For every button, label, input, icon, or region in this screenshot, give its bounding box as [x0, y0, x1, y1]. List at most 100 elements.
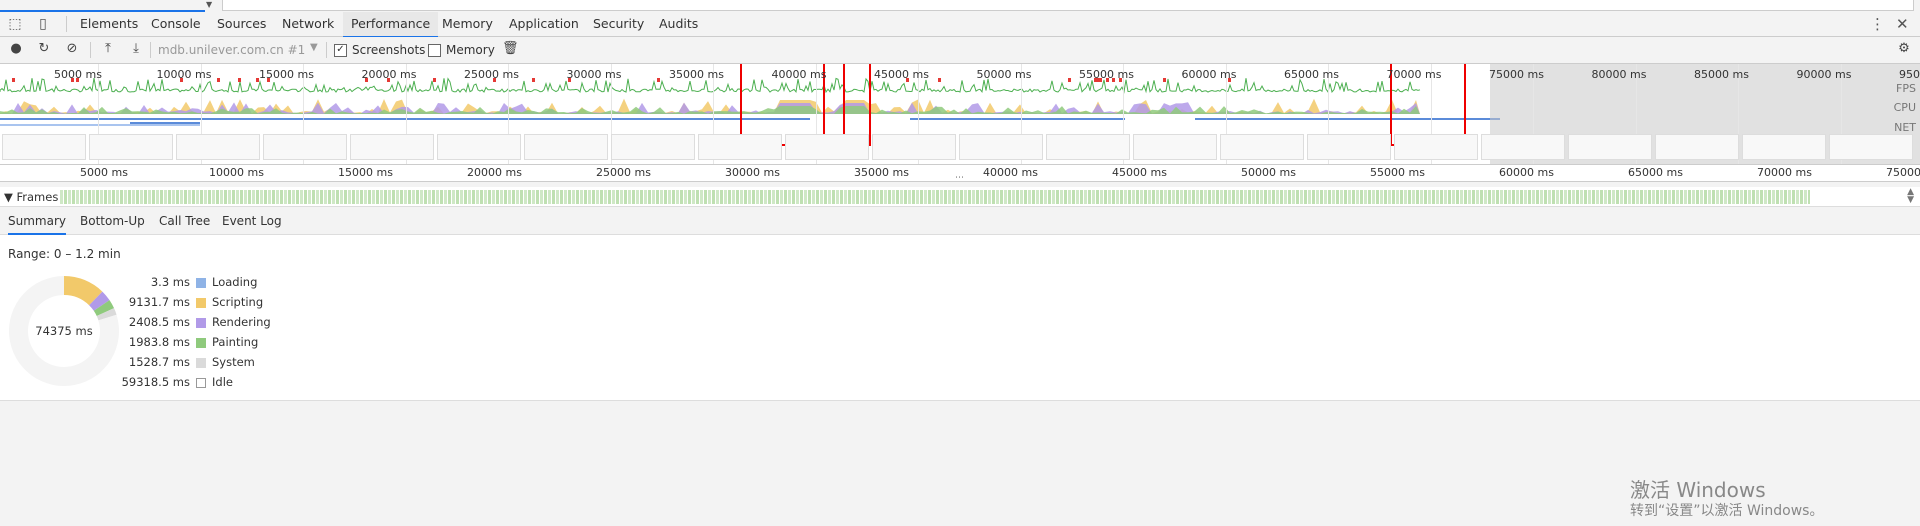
overview-tick-label: 60000 ms	[1181, 68, 1237, 81]
upload-icon[interactable]: ⤒	[100, 41, 116, 57]
legend-name: Idle	[212, 375, 233, 389]
overview-tick-label: 65000 ms	[1284, 68, 1339, 81]
timeline-ruler: ⋯ 5000 ms 10000 ms 15000 ms 20000 ms 25000 m…	[0, 165, 1920, 183]
screenshot-thumbnail[interactable]	[1655, 134, 1739, 160]
tab-performance[interactable]: Performance	[343, 12, 439, 38]
tab-audits[interactable]: Audits	[659, 12, 698, 36]
legend-name: Loading	[212, 275, 258, 289]
tab-summary[interactable]: Summary	[8, 214, 66, 235]
jank-marker	[12, 78, 15, 82]
ruler-tick-label: 50000 ms	[1241, 166, 1296, 179]
ruler-tick-label: 25000 ms	[596, 166, 651, 179]
reload-record-icon[interactable]: ↻	[36, 41, 52, 57]
tab-sources[interactable]: Sources	[217, 12, 266, 36]
overview-tick-label: 55000 ms	[1079, 68, 1134, 81]
overview-tick-label: 40000 ms	[771, 68, 827, 81]
legend-row: 3.3 ms Loading	[70, 275, 310, 291]
download-icon[interactable]: ⤓	[128, 41, 144, 57]
screenshot-thumbnail[interactable]	[524, 134, 608, 160]
screenshot-thumbnail[interactable]	[611, 134, 695, 160]
legend-value: 59318.5 ms	[121, 375, 190, 389]
screenshot-thumbnail[interactable]	[1829, 134, 1913, 160]
close-icon[interactable]: ✕	[1896, 15, 1909, 33]
ruler-tick-label: 10000 ms	[209, 166, 264, 179]
screenshot-thumbnail[interactable]	[350, 134, 434, 160]
tab-security[interactable]: Security	[593, 12, 644, 36]
memory-checkbox[interactable]	[428, 44, 441, 57]
screenshot-thumbnail[interactable]	[1133, 134, 1217, 160]
tab-elements[interactable]: Elements	[80, 12, 138, 36]
tab-console[interactable]: Console	[151, 12, 201, 36]
tab-memory[interactable]: Memory	[442, 12, 493, 36]
legend-value: 1528.7 ms	[128, 355, 190, 369]
screenshot-thumbnail[interactable]	[959, 134, 1043, 160]
screenshot-thumbnail[interactable]	[263, 134, 347, 160]
jank-marker	[532, 78, 535, 82]
frames-label-text: Frames	[16, 190, 59, 204]
separator	[66, 16, 67, 32]
legend-name: Rendering	[212, 315, 271, 329]
legend-row: 59318.5 ms Idle	[70, 375, 310, 391]
screenshot-thumbnail[interactable]	[1307, 134, 1391, 160]
overview-tick-label: 75000 ms	[1489, 68, 1544, 81]
chevron-down-icon[interactable]: ▼	[206, 0, 212, 9]
overview-tick-label: 30000 ms	[566, 68, 622, 81]
screenshot-thumbnail[interactable]	[2, 134, 86, 160]
screenshot-thumbnail[interactable]	[1568, 134, 1652, 160]
jank-marker	[657, 78, 660, 82]
screenshot-thumbnail[interactable]	[785, 134, 869, 160]
frames-label[interactable]: ▼ Frames	[4, 190, 58, 204]
tab-network[interactable]: Network	[282, 12, 334, 36]
tab-event-log[interactable]: Event Log	[222, 214, 282, 228]
ruler-tick-label: 20000 ms	[467, 166, 522, 179]
inspect-element-icon[interactable]: ⬚	[6, 15, 24, 33]
trash-icon[interactable]: 🗑	[502, 41, 519, 57]
frames-track[interactable]: ▼ Frames ▲ ▼	[0, 187, 1920, 207]
net-activity-bar	[0, 124, 200, 126]
screenshots-checkbox[interactable]: ✓	[334, 44, 347, 57]
screenshot-thumbnail[interactable]	[872, 134, 956, 160]
overview-tick-label: 95000 ms	[1899, 68, 1920, 81]
legend-value: 2408.5 ms	[128, 315, 190, 329]
screenshot-thumbnail[interactable]	[1220, 134, 1304, 160]
legend-row: 1983.8 ms Painting	[70, 335, 310, 351]
overview-tick-label: 90000 ms	[1796, 68, 1852, 81]
profile-select[interactable]: mdb.unilever.com.cn #1	[158, 43, 305, 57]
url-box[interactable]	[222, 0, 1914, 11]
ruler-tick-label: 15000 ms	[338, 166, 393, 179]
net-track-label: NET	[1894, 121, 1916, 134]
ruler-tick-label: 70000 ms	[1757, 166, 1812, 179]
tab-bottom-up[interactable]: Bottom-Up	[80, 214, 145, 228]
jank-marker	[433, 78, 436, 82]
record-icon[interactable]: ●	[8, 41, 24, 57]
jank-marker	[238, 78, 241, 82]
screenshot-thumbnail[interactable]	[1394, 134, 1478, 160]
legend-row: 9131.7 ms Scripting	[70, 295, 310, 311]
tab-call-tree[interactable]: Call Tree	[159, 214, 210, 228]
tab-application[interactable]: Application	[509, 12, 579, 36]
scroll-arrows-icon[interactable]: ▲ ▼	[1907, 188, 1914, 205]
overview-tick-label: 10000 ms	[156, 68, 212, 81]
chevron-down-icon[interactable]: ▼	[310, 42, 318, 53]
screenshot-thumbnail[interactable]	[698, 134, 782, 160]
timeline-overview[interactable]: FPS CPU NET 5000 ms 10000 ms 15000 ms 20000…	[0, 64, 1920, 165]
legend-name: Scripting	[212, 295, 264, 309]
overview-tick-label: 35000 ms	[669, 68, 724, 81]
legend-swatch	[196, 318, 206, 328]
screenshot-thumbnail[interactable]	[89, 134, 173, 160]
screenshot-thumbnail[interactable]	[1742, 134, 1826, 160]
clear-icon[interactable]: ⊘	[64, 41, 80, 57]
screenshot-thumbnail[interactable]	[1046, 134, 1130, 160]
ruler-tick-label: 40000 ms	[983, 166, 1038, 179]
overview-tick-label: 25000 ms	[464, 68, 519, 81]
gear-icon[interactable]: ⚙	[1896, 41, 1912, 57]
screenshot-thumbnail[interactable]	[1481, 134, 1565, 160]
screenshot-thumbnail[interactable]	[176, 134, 260, 160]
more-menu-icon[interactable]: ⋮	[1870, 15, 1885, 33]
ruler-tick-label: 65000 ms	[1628, 166, 1683, 179]
ruler-tick-label: 45000 ms	[1112, 166, 1167, 179]
resize-handle-icon[interactable]: ⋯	[955, 173, 964, 183]
device-toolbar-icon[interactable]: ▯	[34, 15, 52, 33]
ruler-tick-label: 60000 ms	[1499, 166, 1554, 179]
screenshot-thumbnail[interactable]	[437, 134, 521, 160]
